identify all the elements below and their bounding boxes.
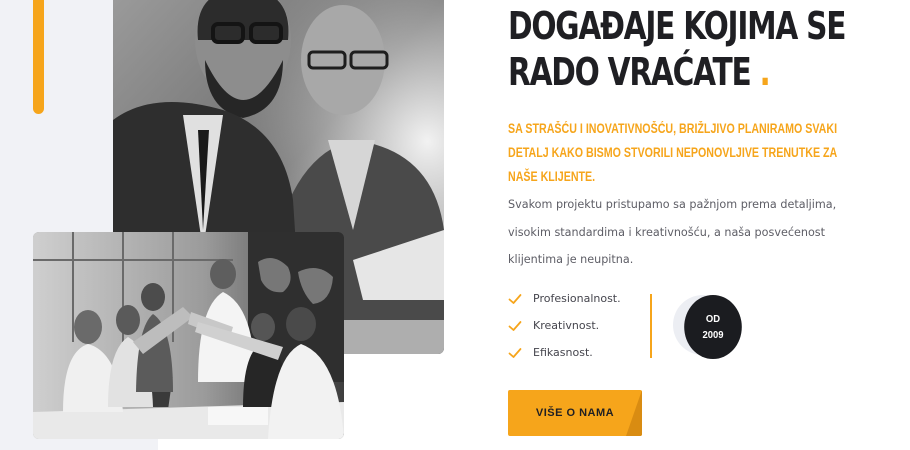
feature-item: Kreativnost. (508, 312, 621, 339)
feature-label: Kreativnost. (533, 319, 600, 332)
feature-item: Profesionalnost. (508, 285, 621, 312)
badge-line-1: OD (705, 313, 721, 325)
team-photo (33, 232, 344, 439)
about-us-button[interactable]: VIŠE O NAMA (508, 390, 642, 436)
feature-label: Profesionalnost. (533, 292, 621, 305)
vertical-divider (650, 294, 652, 358)
heading-line-2: RADO VRAĆATE (508, 50, 752, 94)
about-us-button-label: VIŠE O NAMA (535, 407, 615, 419)
check-icon (508, 347, 522, 358)
check-icon (508, 320, 522, 331)
section-description: Svakom projektu pristupamo sa pažnjom pr… (508, 198, 837, 266)
section-subheading: SA STRAŠĆU I INOVATIVNOŠĆU, BRIŽLJIVO PL… (508, 121, 838, 184)
since-badge: OD 2009 (684, 295, 742, 359)
heading-accent-dot: . (759, 50, 771, 94)
feature-list: Profesionalnost. Kreativnost. Efikasnost… (508, 285, 621, 366)
feature-item: Efikasnost. (508, 339, 621, 366)
badge-line-2: 2009 (702, 329, 724, 341)
feature-label: Efikasnost. (533, 346, 593, 359)
section-heading: DOGAĐAJE KOJIMA SE RADO VRAĆATE . (508, 3, 846, 95)
accent-bar (33, 0, 44, 114)
heading-line-1: DOGAĐAJE KOJIMA SE (508, 4, 846, 48)
check-icon (508, 293, 522, 304)
